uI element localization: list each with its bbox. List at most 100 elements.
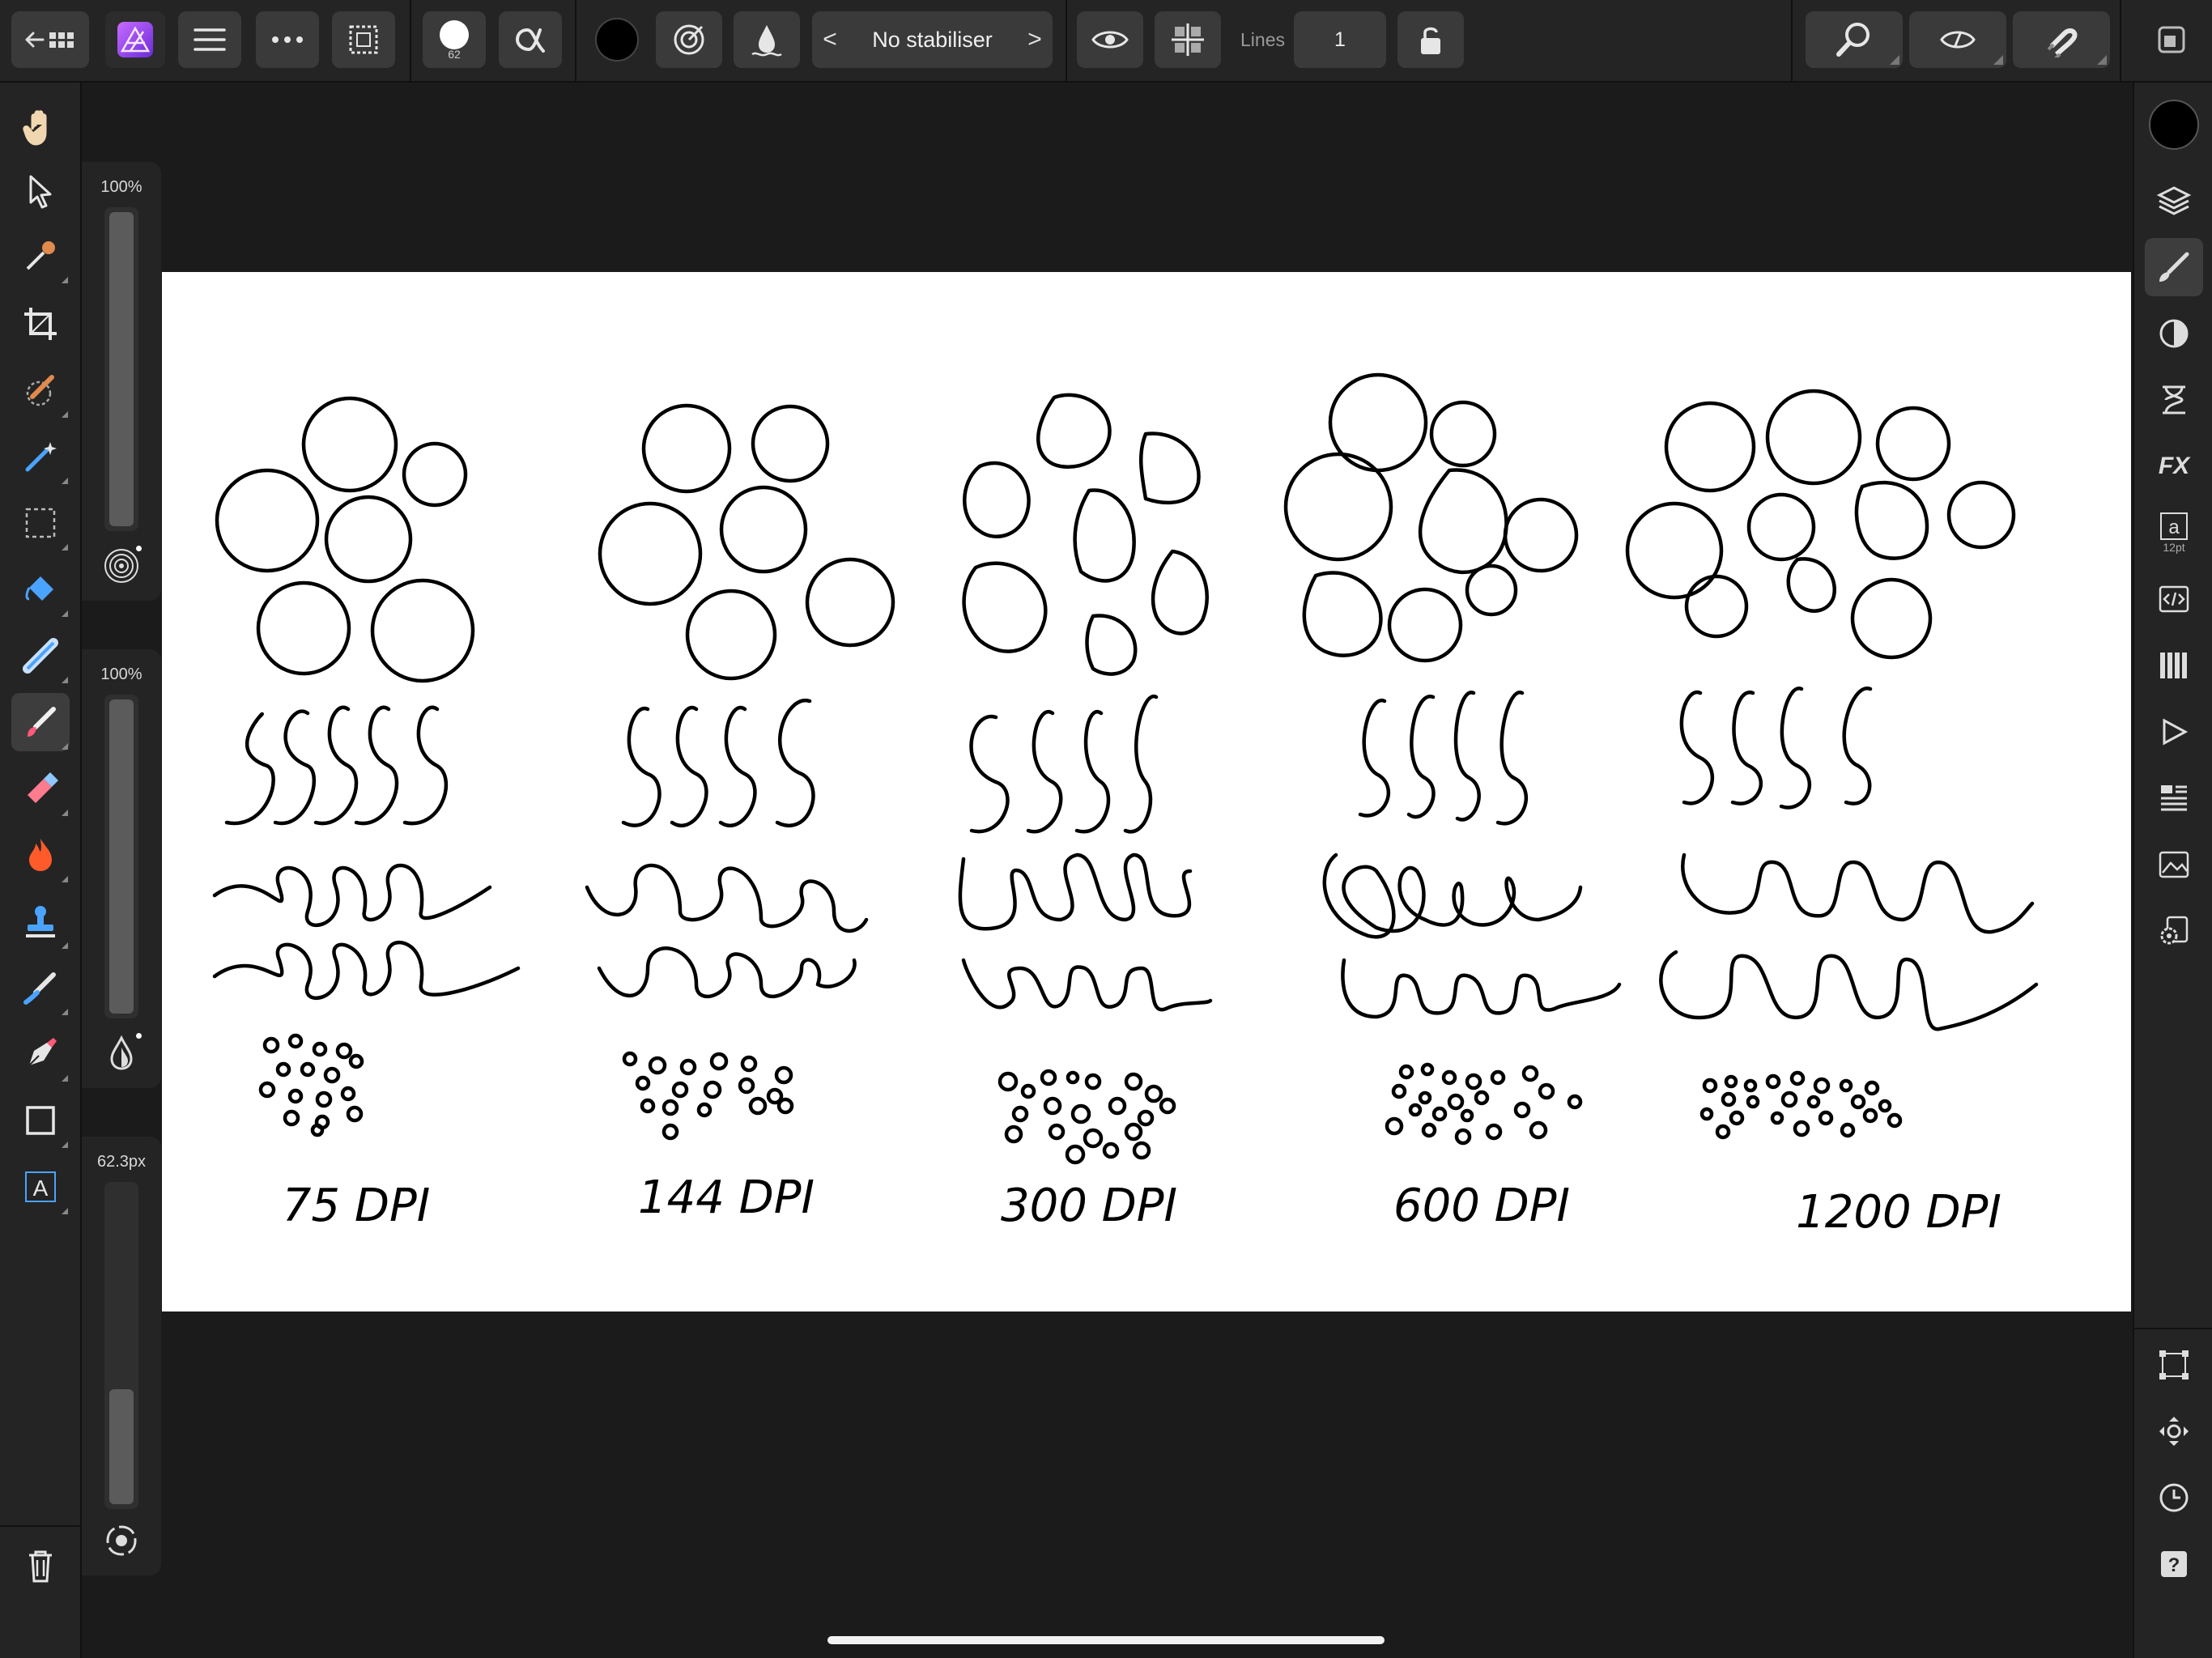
persona-button[interactable] <box>105 11 165 68</box>
selection-brush-icon <box>26 375 54 406</box>
dpi-label-300: 300 DPI <box>1001 1180 1177 1232</box>
stock-studio-button[interactable] <box>2145 835 2203 894</box>
magic-wand-tool[interactable] <box>11 427 70 486</box>
delete-button[interactable] <box>11 1537 70 1595</box>
color-swatch-icon <box>2149 100 2199 150</box>
lines-input[interactable]: 1 <box>1294 11 1386 68</box>
opacity-mode-button[interactable] <box>101 546 142 586</box>
dpi-label-600: 600 DPI <box>1393 1180 1570 1232</box>
move-tool[interactable] <box>11 162 70 220</box>
size-value: 62.3px <box>96 1153 147 1171</box>
flow-slider-fill <box>109 699 134 1014</box>
force-pressure-button[interactable] <box>656 11 722 68</box>
tool-flyout-corner <box>62 1141 68 1148</box>
view-tool[interactable] <box>11 99 70 157</box>
pressure-dot <box>136 1033 142 1039</box>
settings-studio-button[interactable] <box>2145 902 2203 960</box>
move-arrows-icon <box>2159 1417 2189 1446</box>
adjustments-studio-button[interactable] <box>2145 304 2203 363</box>
help-button[interactable]: ? <box>2145 1535 2203 1593</box>
layers-studio-button[interactable] <box>2145 172 2203 230</box>
history-panel-button[interactable] <box>2145 1469 2203 1527</box>
lines-label: Lines <box>1240 29 1285 50</box>
smudge-tool[interactable] <box>11 959 70 1017</box>
clock-icon <box>2159 1483 2189 1512</box>
symmetry-button[interactable] <box>1155 11 1221 68</box>
gradient-tool[interactable] <box>11 627 70 685</box>
flow-mode-button[interactable] <box>101 1033 142 1073</box>
water-drop-icon <box>751 25 782 57</box>
tool-flyout-corner <box>62 942 68 949</box>
dodge-burn-tool[interactable] <box>11 826 70 884</box>
dots-75dpi <box>258 1033 364 1137</box>
snapping-button[interactable] <box>2013 11 2110 68</box>
size-slider[interactable] <box>104 1182 138 1509</box>
brush-size-button[interactable]: 62 <box>423 11 486 68</box>
stabiliser-prev-button[interactable]: < <box>812 26 848 53</box>
marquee-tool[interactable] <box>11 494 70 552</box>
dropdown-corner <box>2097 55 2107 65</box>
opacity-rings-icon <box>104 549 138 583</box>
zoom-button[interactable] <box>1806 11 1903 68</box>
color-swatch-button[interactable] <box>588 11 646 68</box>
visibility-toggle[interactable] <box>1077 11 1143 68</box>
macro-studio-button[interactable] <box>2145 570 2203 628</box>
brush-size-value: 62 <box>448 48 461 61</box>
erase-brush-tool[interactable] <box>11 759 70 818</box>
home-indicator[interactable] <box>827 1636 1385 1644</box>
channels-studio-button[interactable] <box>2145 636 2203 695</box>
crop-tool[interactable] <box>11 295 70 353</box>
brushes-studio-button[interactable] <box>2145 238 2203 296</box>
transform-studio-button[interactable] <box>2145 769 2203 827</box>
menu-button[interactable] <box>178 11 241 68</box>
move-panel-button[interactable] <box>2145 1402 2203 1460</box>
hamburger-icon <box>194 28 226 51</box>
pen-tool[interactable] <box>11 1025 70 1083</box>
top-toolbar: 62 < No stabiliser > Lines 1 <box>0 0 2212 83</box>
flood-fill-tool[interactable] <box>11 560 70 619</box>
navigator-studio-button[interactable] <box>2145 703 2203 761</box>
more-button[interactable] <box>256 11 319 68</box>
paint-brush-tool[interactable] <box>11 693 70 751</box>
stabiliser-next-button[interactable]: > <box>1017 26 1053 53</box>
studio-toggle-button[interactable] <box>2142 11 2201 68</box>
crop-icon <box>24 308 57 340</box>
magic-wand-icon <box>25 442 57 472</box>
dpi-label-144: 144 DPI <box>638 1171 815 1224</box>
gallery-button[interactable] <box>11 11 89 68</box>
hourglass-icon <box>2163 385 2185 414</box>
text-tool[interactable]: A <box>11 1158 70 1216</box>
clone-tool[interactable] <box>11 892 70 950</box>
color-studio-button[interactable] <box>2145 96 2203 154</box>
rectangle-tool[interactable] <box>11 1091 70 1150</box>
opacity-slider[interactable] <box>104 207 138 531</box>
transform-panel-button[interactable] <box>2145 1336 2203 1394</box>
fx-studio-button[interactable]: FX <box>2145 437 2203 495</box>
bounding-box-icon <box>2159 1350 2189 1380</box>
magnet-icon <box>2047 28 2078 57</box>
lock-button[interactable] <box>1397 11 1464 68</box>
trash-icon <box>29 1550 52 1583</box>
text-styles-button[interactable]: a 12pt <box>2145 504 2203 562</box>
color-picker-tool[interactable] <box>11 227 70 285</box>
wet-edges-button[interactable] <box>734 11 800 68</box>
blend-mode-button[interactable] <box>499 11 562 68</box>
tool-flyout-corner <box>62 810 68 816</box>
stabiliser-selector[interactable]: < No stabiliser > <box>812 11 1053 68</box>
history-filter-button[interactable] <box>2145 371 2203 429</box>
back-grid-icon <box>25 32 74 48</box>
dpi-label-1200: 1200 DPI <box>1796 1186 2001 1239</box>
gradient-icon <box>23 638 58 674</box>
tool-flyout-corner <box>62 277 68 283</box>
flow-slider[interactable] <box>104 695 138 1018</box>
size-mode-button[interactable] <box>101 1520 142 1561</box>
selection-button[interactable] <box>332 11 395 68</box>
lock-icon <box>1421 27 1440 54</box>
assistant-eye-icon <box>1940 31 1976 49</box>
canvas-drawing: 75 DPI 144 DPI 300 DPI 600 DPI 1200 DPI <box>212 372 2039 1239</box>
document-canvas[interactable]: 75 DPI 144 DPI 300 DPI 600 DPI 1200 DPI <box>162 272 2131 1312</box>
selection-brush-tool[interactable] <box>11 361 70 419</box>
flow-slider-pod: 100% <box>82 649 161 1088</box>
stroke-group-600dpi <box>1283 372 1622 1146</box>
assistant-button[interactable] <box>1909 11 2006 68</box>
